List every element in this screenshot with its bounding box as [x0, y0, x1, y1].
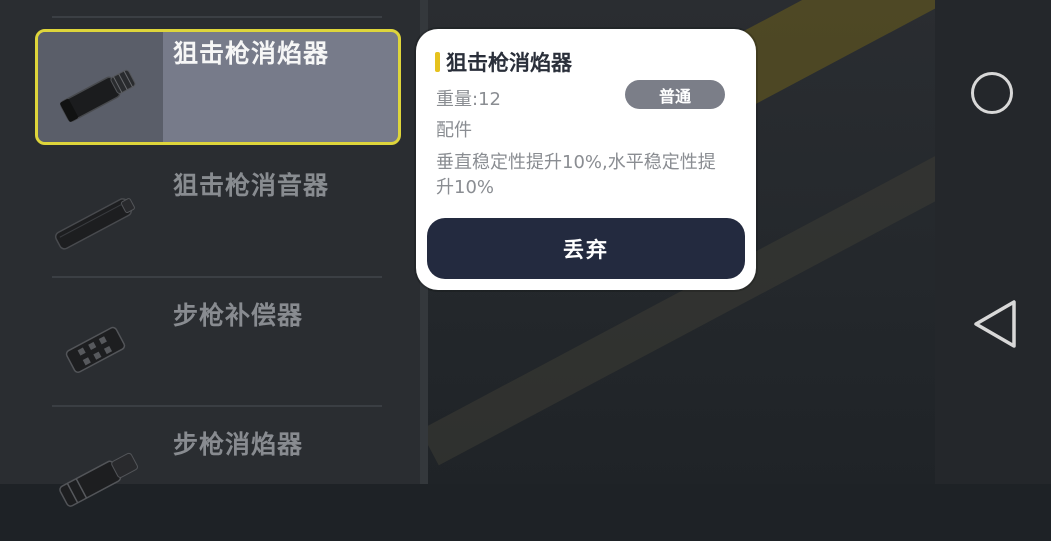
list-divider [52, 405, 382, 407]
inventory-list[interactable]: 狙击枪消焰器 狙击枪消音器 步枪补偿器 步枪消焰器 [0, 0, 420, 507]
home-circle-icon[interactable] [971, 72, 1013, 114]
list-divider [52, 16, 382, 18]
item-detail-card: 狙击枪消焰器 重量:12 普通 配件 垂直稳定性提升10%,水平稳定性提升10%… [416, 29, 756, 290]
item-name: 狙击枪消焰器 [173, 39, 330, 68]
sniper-flash-hider-icon [60, 69, 136, 122]
discard-button[interactable]: 丢弃 [427, 218, 745, 279]
item-thumbnail [35, 162, 163, 278]
item-thumbnail [38, 32, 163, 142]
rifle-flash-hider-icon [59, 452, 138, 507]
item-name: 步枪消焰器 [173, 430, 304, 459]
item-weight: 重量:12 [436, 89, 501, 110]
detail-title: 狙击枪消焰器 [446, 51, 572, 75]
inventory-item-sniper-flash-hider[interactable]: 狙击枪消焰器 [35, 29, 401, 145]
back-triangle-icon[interactable] [972, 298, 1020, 350]
inventory-item-rifle-flash-hider[interactable]: 步枪消焰器 [35, 421, 401, 537]
item-type: 配件 [436, 120, 472, 141]
inventory-item-rifle-compensator[interactable]: 步枪补偿器 [35, 292, 401, 408]
title-accent-bar [435, 52, 440, 72]
item-name: 步枪补偿器 [173, 301, 304, 330]
list-divider [52, 276, 382, 278]
item-thumbnail [35, 421, 163, 537]
rifle-compensator-icon [65, 326, 126, 373]
sniper-suppressor-icon [54, 198, 135, 250]
item-name: 狙击枪消音器 [173, 171, 330, 200]
rarity-badge: 普通 [625, 80, 725, 109]
item-description: 垂直稳定性提升10%,水平稳定性提升10% [436, 152, 716, 198]
item-thumbnail [35, 292, 163, 408]
inventory-item-sniper-suppressor[interactable]: 狙击枪消音器 [35, 162, 401, 278]
